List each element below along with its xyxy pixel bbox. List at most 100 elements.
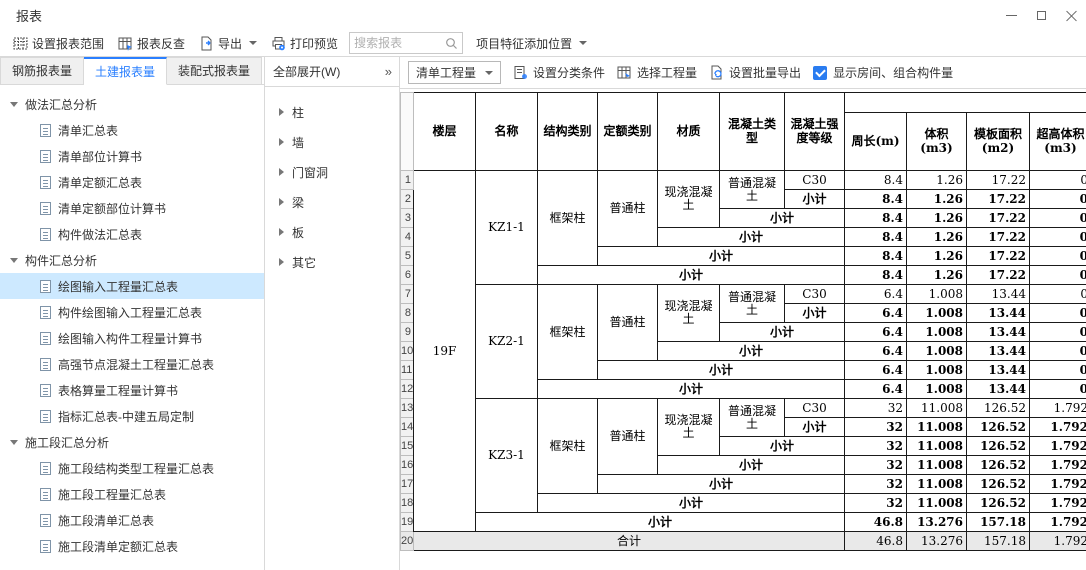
table-cell: 普通混凝土 [720,171,785,209]
report-item[interactable]: 施工段结构类型工程量汇总表 [0,455,264,481]
table-cell: 157.18 [967,513,1030,532]
print-preview-button[interactable]: 打印预览 [264,30,345,56]
table-cell: 1.26 [907,266,967,285]
report-item[interactable]: 清单部位计算书 [0,143,264,169]
table-cell: 6.4 [845,285,907,304]
report-item[interactable]: 构件绘图输入工程量汇总表 [0,299,264,325]
maximize-button[interactable] [1026,0,1056,30]
table-cell: 13.44 [967,361,1030,380]
feature-position-button[interactable]: 项目特征添加位置 [469,30,594,56]
report-item-label: 指标汇总表-中建五局定制 [58,408,194,425]
table-cell: 框架柱 [538,285,598,380]
table-cell: 0 [1030,266,1086,285]
table-header-cell: 体积(m3) [907,113,967,171]
document-icon [40,488,51,501]
report-item[interactable]: 绘图输入构件工程量计算书 [0,325,264,351]
table-cell: 现浇混凝土 [658,171,720,228]
report-item[interactable]: 构件做法汇总表 [0,221,264,247]
table-cell: 0 [1030,342,1086,361]
quantity-type-dropdown[interactable]: 清单工程量 [408,61,501,84]
report-item[interactable]: 指标汇总表-中建五局定制 [0,403,264,429]
report-item[interactable]: 清单定额部位计算书 [0,195,264,221]
row-number: 6 [401,266,414,285]
report-list-panel: 钢筋报表量土建报表量装配式报表量 做法汇总分析清单汇总表清单部位计算书清单定额汇… [0,57,265,570]
table-header-cell: 模板面积(m2) [967,113,1030,171]
report-item[interactable]: 高强节点混凝土工程量汇总表 [0,351,264,377]
component-item-板[interactable]: 板 [265,217,399,247]
table-cell: 17.22 [967,209,1030,228]
chevron-right-icon [279,108,284,116]
component-item-梁[interactable]: 梁 [265,187,399,217]
export-button[interactable]: 导出 [192,30,264,56]
report-item[interactable]: 清单汇总表 [0,117,264,143]
tree-group[interactable]: 构件汇总分析 [0,247,264,273]
minimize-button[interactable] [996,0,1026,30]
table-header-cell: 楼层 [414,93,476,171]
select-quantity-button[interactable]: 选择工程量 [617,64,697,81]
table-cell: 小计 [476,513,845,532]
table-cell: 32 [845,437,907,456]
report-item-label: 构件绘图输入工程量汇总表 [58,304,202,321]
table-header-cell: 定额类别 [598,93,658,171]
table-cell: 13.276 [907,513,967,532]
table-row: 7KZ2-1框架柱普通柱现浇混凝土普通混凝土C306.41.00813.440 [401,285,1086,304]
report-item-label: 施工段结构类型工程量汇总表 [58,460,214,477]
report-item-label: 构件做法汇总表 [58,226,142,243]
report-item[interactable]: 施工段工程量汇总表 [0,481,264,507]
tab-钢筋报表量[interactable]: 钢筋报表量 [0,57,84,85]
main-toolbar: 设置报表范围 报表反查 导出 打印预览 项目特征添加位置 [0,30,1086,57]
classification-icon [513,65,528,80]
chevron-right-icon [279,198,284,206]
table-cell: 普通柱 [598,399,658,475]
table-cell: 小计 [598,475,845,494]
component-item-柱[interactable]: 柱 [265,97,399,127]
table-cell: 普通混凝土 [720,285,785,323]
expand-collapse-icon[interactable]: » [385,64,391,79]
report-item-label: 清单定额汇总表 [58,174,142,191]
table-cell: 小计 [538,266,845,285]
report-view-panel: 清单工程量 设置分类条件 选择工程量 设置批量导出 显示房间、组合构件量 [400,57,1086,570]
quantity-group-header [845,93,1086,113]
report-item-label: 绘图输入构件工程量计算书 [58,330,202,347]
table-cell: 普通柱 [598,171,658,247]
tree-group[interactable]: 施工段汇总分析 [0,429,264,455]
table-cell: 1.008 [907,323,967,342]
expand-all-button[interactable]: 全部展开(W) [273,63,340,80]
component-item-label: 门窗洞 [292,164,328,181]
table-cell: 13.44 [967,285,1030,304]
close-button[interactable] [1056,0,1086,30]
set-report-scope-button[interactable]: 设置报表范围 [6,30,111,56]
component-panel: 全部展开(W) » 柱墙门窗洞梁板其它 [265,57,400,570]
table-cell: 46.8 [845,532,907,551]
report-item[interactable]: 施工段清单汇总表 [0,507,264,533]
batch-export-button[interactable]: 设置批量导出 [709,64,801,81]
table-cell: 32 [845,456,907,475]
report-item[interactable]: 绘图输入工程量汇总表 [0,273,264,299]
report-item[interactable]: 表格算量工程量计算书 [0,377,264,403]
table-header-cell: 名称 [476,93,538,171]
search-input[interactable] [354,36,445,50]
title-bar: 报表 [0,0,1086,30]
tree-group-label: 施工段汇总分析 [25,434,109,451]
table-cell: 1.008 [907,361,967,380]
component-item-其它[interactable]: 其它 [265,247,399,277]
report-item[interactable]: 清单定额汇总表 [0,169,264,195]
table-cell: 1.792 [1030,532,1086,551]
show-rooms-checkbox[interactable]: 显示房间、组合构件量 [813,64,953,81]
report-item[interactable]: 施工段清单定额汇总表 [0,533,264,559]
window-controls [996,0,1086,30]
table-cell: 8.4 [845,209,907,228]
component-item-门窗洞[interactable]: 门窗洞 [265,157,399,187]
component-item-墙[interactable]: 墙 [265,127,399,157]
table-cell: 1.26 [907,190,967,209]
table-cell: 框架柱 [538,399,598,494]
report-backcheck-button[interactable]: 报表反查 [111,30,192,56]
table-cell: 126.52 [967,399,1030,418]
table-cell: 小计 [785,418,845,437]
tab-土建报表量[interactable]: 土建报表量 [84,57,167,85]
set-classification-button[interactable]: 设置分类条件 [513,64,605,81]
tree-group[interactable]: 做法汇总分析 [0,91,264,117]
table-cell: 小计 [538,494,845,513]
tab-装配式报表量[interactable]: 装配式报表量 [167,57,262,85]
table-cell: 现浇混凝土 [658,285,720,342]
